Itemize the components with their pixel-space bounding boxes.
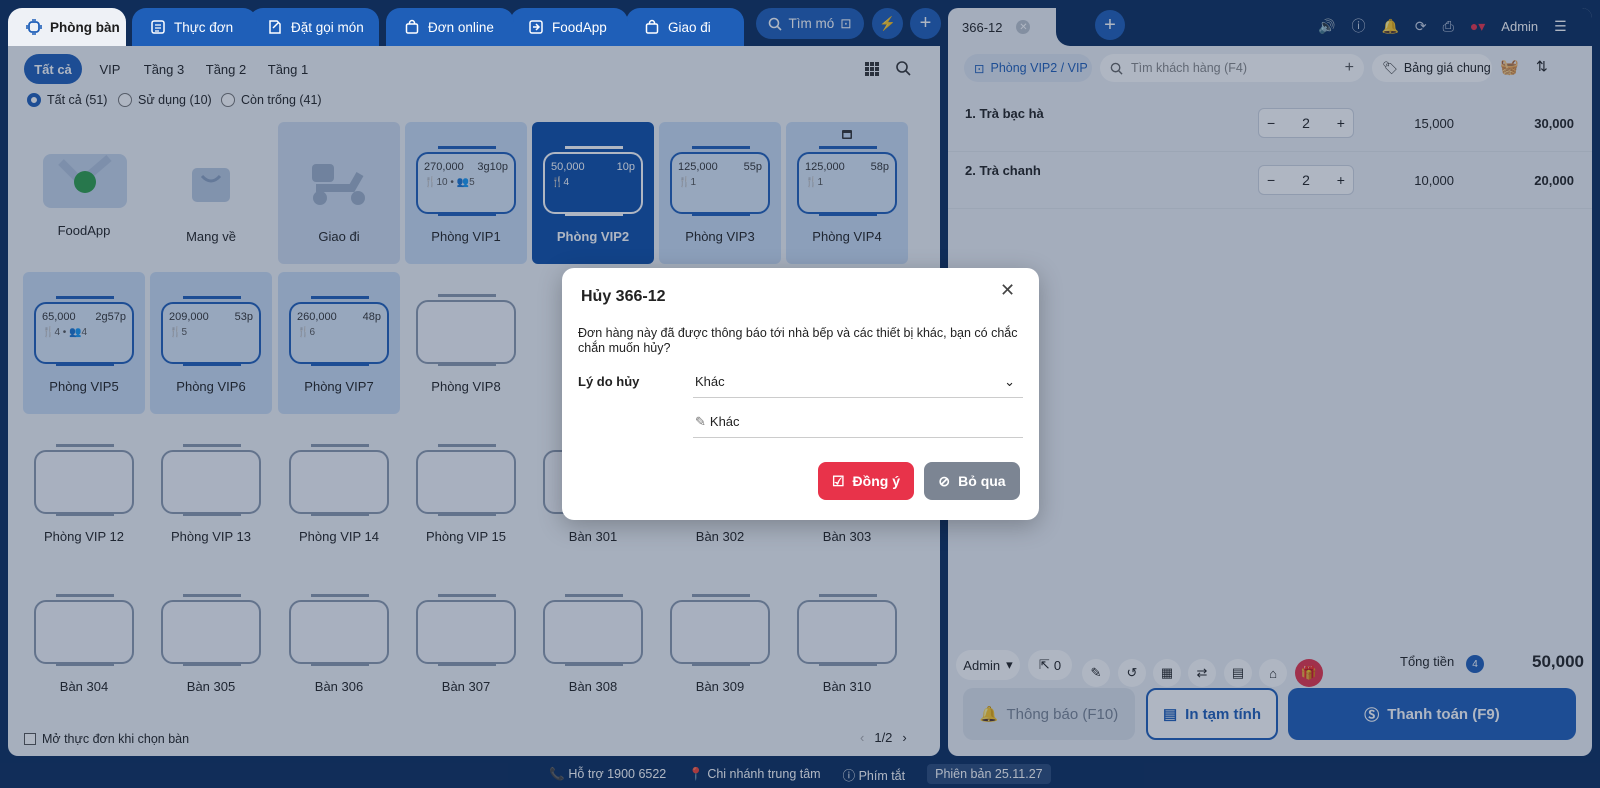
tab-label: Đặt gọi món <box>291 19 364 35</box>
confirm-button[interactable]: ☑ Đồng ý <box>818 462 914 500</box>
close-icon[interactable]: ✕ <box>1000 280 1015 301</box>
tab-label: Thực đơn <box>174 19 234 35</box>
order-icon <box>267 19 283 35</box>
reason-label: Lý do hủy <box>578 374 640 389</box>
skip-button[interactable]: ⊘ Bỏ qua <box>924 462 1020 500</box>
tab-label: FoodApp <box>552 19 607 35</box>
table-icon <box>26 19 42 35</box>
reason-select[interactable]: Khác ⌄ <box>693 366 1023 398</box>
dialog-message: Đơn hàng này đã được thông báo tới nhà b… <box>578 326 1018 355</box>
tab-label: Phòng bàn <box>50 19 120 35</box>
note-input[interactable]: ✎ Khác <box>693 406 1023 438</box>
tab-thuc-don[interactable]: Thực đơn <box>132 8 257 46</box>
tab-dat-goi-mon[interactable]: Đặt gọi món <box>249 8 379 46</box>
foodapp-icon <box>528 19 544 35</box>
ban-icon: ⊘ <box>938 472 951 489</box>
cancel-order-dialog: Hủy 366-12 ✕ Đơn hàng này đã được thông … <box>562 268 1039 520</box>
tab-label: Giao đi <box>668 19 711 35</box>
check-icon: ☑ <box>831 472 845 489</box>
tab-phong-ban[interactable]: Phòng bàn <box>8 8 126 46</box>
chevron-down-icon: ⌄ <box>1004 373 1015 389</box>
skip-label: Bỏ qua <box>958 473 1006 489</box>
confirm-label: Đồng ý <box>852 473 900 489</box>
note-value: Khác <box>709 414 740 429</box>
tab-label: Đơn online <box>428 19 494 35</box>
dialog-title: Hủy 366-12 <box>581 288 666 305</box>
pencil-icon: ✎ <box>695 413 706 429</box>
tab-foodapp[interactable]: FoodApp <box>510 8 628 46</box>
tab-giao-di[interactable]: Giao đi <box>626 8 744 46</box>
tab-don-online[interactable]: Đơn online <box>386 8 514 46</box>
menu-icon <box>150 19 166 35</box>
reason-value: Khác <box>695 374 725 389</box>
bag-icon <box>404 19 420 35</box>
bag-icon <box>644 19 660 35</box>
